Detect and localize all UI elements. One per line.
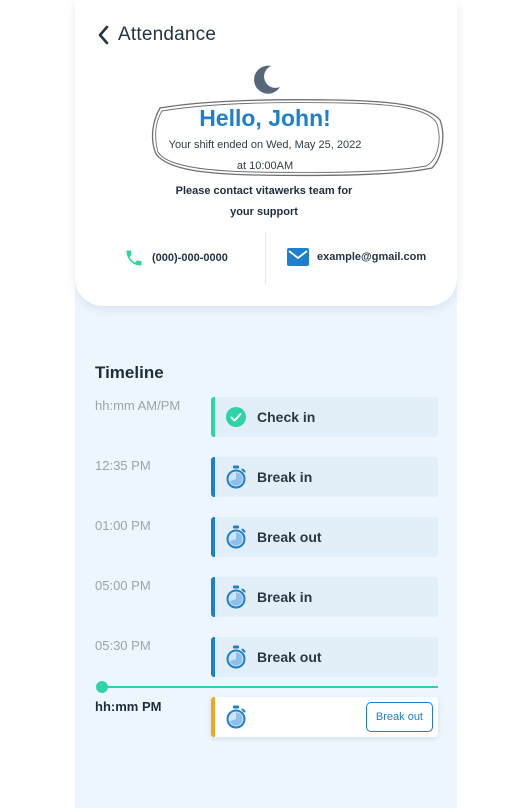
timeline-time: 01:00 PM	[95, 518, 151, 533]
timeline-time: 12:35 PM	[95, 458, 151, 473]
moon-icon	[254, 65, 280, 94]
contact-row: (000)-000-0000 example@gmail.com	[75, 232, 457, 284]
email-address: example@gmail.com	[317, 251, 427, 263]
timeline-time: 05:00 PM	[95, 578, 151, 593]
top-bar: Attendance	[94, 22, 216, 48]
timeline-title: Timeline	[95, 363, 164, 382]
shift-end-time: at 10:00AM	[236, 160, 294, 172]
timeline-event-break-in[interactable]: Break in	[211, 457, 438, 497]
support-text: Please contact vitawerks team for	[175, 185, 353, 197]
phone-icon	[126, 250, 142, 266]
event-label: Break in	[257, 589, 313, 605]
stopwatch-icon	[225, 525, 247, 549]
timeline-time: 05:30 PM	[95, 638, 151, 653]
current-time-dot	[96, 681, 108, 693]
stopwatch-icon	[225, 705, 247, 729]
email-link[interactable]: example@gmail.com	[287, 248, 426, 266]
stopwatch-icon	[225, 465, 247, 489]
current-event-card: Break out	[211, 697, 438, 737]
event-label: Break out	[257, 529, 322, 545]
event-label: Break in	[257, 469, 313, 485]
timeline-event-break-out[interactable]: Break out	[211, 517, 438, 557]
stopwatch-icon	[225, 645, 247, 669]
current-time: hh:mm PM	[95, 699, 162, 714]
contact-divider	[265, 232, 266, 284]
phone-link[interactable]: (000)-000-0000	[124, 248, 228, 268]
support-text-2: your support	[230, 206, 298, 218]
break-out-button[interactable]: Break out	[365, 702, 433, 732]
chevron-left-icon	[98, 25, 109, 45]
check-circle-icon	[225, 406, 247, 428]
timeline-event-break-out[interactable]: Break out	[211, 637, 438, 677]
greeting-title: Hello, John!	[199, 105, 331, 131]
page-title: Attendance	[118, 24, 217, 45]
back-button[interactable]	[94, 24, 112, 46]
timeline-event-break-in[interactable]: Break in	[211, 577, 438, 617]
current-time-line	[102, 686, 438, 688]
event-label: Check in	[257, 409, 316, 425]
stopwatch-icon	[225, 585, 247, 609]
shift-end-text: Your shift ended on Wed, May 25, 2022	[168, 139, 362, 151]
timeline-time: hh:mm AM/PM	[95, 398, 181, 413]
timeline-event-check-in[interactable]: Check in	[211, 397, 438, 437]
event-label: Break out	[257, 649, 322, 665]
mail-icon	[287, 248, 309, 266]
phone-number: (000)-000-0000	[152, 252, 228, 264]
